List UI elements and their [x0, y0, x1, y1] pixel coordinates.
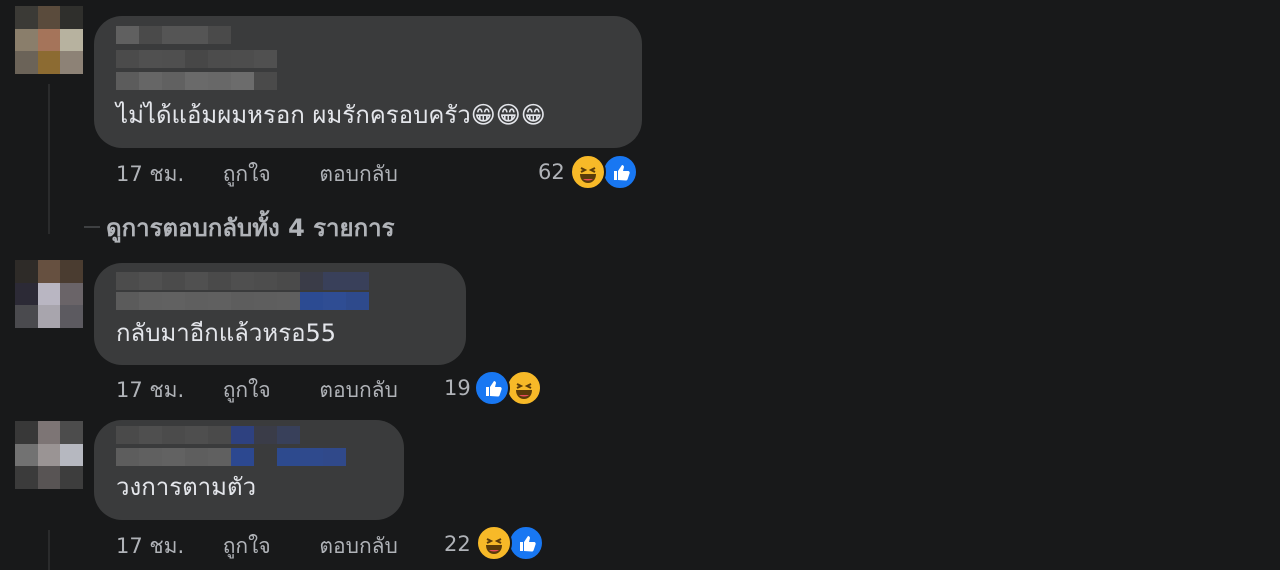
commenter-name[interactable] [116, 272, 369, 290]
comment-meta: 17 ชม. ถูกใจ ตอบกลับ [116, 530, 398, 563]
like-icon[interactable] [508, 525, 544, 561]
commenter-name[interactable] [116, 292, 369, 310]
comment-text: กลับมาอีกแล้วหรอ55 [116, 319, 337, 347]
avatar[interactable] [15, 260, 83, 328]
view-replies-link[interactable]: ดูการตอบกลับทั้ง 4 รายการ [106, 208, 394, 247]
timestamp[interactable]: 17 ชม. [116, 530, 216, 563]
like-icon[interactable] [474, 370, 510, 406]
comment-meta: 17 ชม. ถูกใจ ตอบกลับ [116, 158, 398, 191]
reply-action[interactable]: ตอบกลับ [319, 158, 398, 191]
like-action[interactable]: ถูกใจ [223, 158, 313, 191]
like-action[interactable]: ถูกใจ [223, 374, 313, 407]
avatar[interactable] [15, 6, 83, 74]
haha-icon[interactable] [506, 370, 542, 406]
timestamp[interactable]: 17 ชม. [116, 374, 216, 407]
reaction-count[interactable]: 22 [444, 532, 471, 556]
commenter-name[interactable] [116, 448, 346, 466]
reply-action[interactable]: ตอบกลับ [319, 374, 398, 407]
comment-thread: ไม่ได้แอ้มผมหรอก ผมรักครอบครัว😁😁😁 17 ชม.… [0, 0, 1280, 570]
haha-icon[interactable] [570, 154, 606, 190]
comment-text: วงการตามตัว [116, 473, 257, 501]
thread-line [48, 530, 50, 570]
comment-meta: 17 ชม. ถูกใจ ตอบกลับ [116, 374, 398, 407]
haha-icon[interactable] [476, 525, 512, 561]
commenter-name[interactable] [116, 26, 231, 44]
timestamp[interactable]: 17 ชม. [116, 158, 216, 191]
reply-connector [84, 226, 100, 228]
commenter-name[interactable] [116, 426, 300, 444]
reply-action[interactable]: ตอบกลับ [319, 530, 398, 563]
commenter-name[interactable] [116, 72, 277, 90]
thread-line [48, 84, 50, 234]
comment-text: ไม่ได้แอ้มผมหรอก ผมรักครอบครัว😁😁😁 [116, 101, 546, 129]
like-action[interactable]: ถูกใจ [223, 530, 313, 563]
reaction-count[interactable]: 62 [538, 160, 565, 184]
avatar[interactable] [15, 421, 83, 489]
commenter-name[interactable] [116, 50, 277, 68]
like-icon[interactable] [602, 154, 638, 190]
reaction-count[interactable]: 19 [444, 376, 471, 400]
